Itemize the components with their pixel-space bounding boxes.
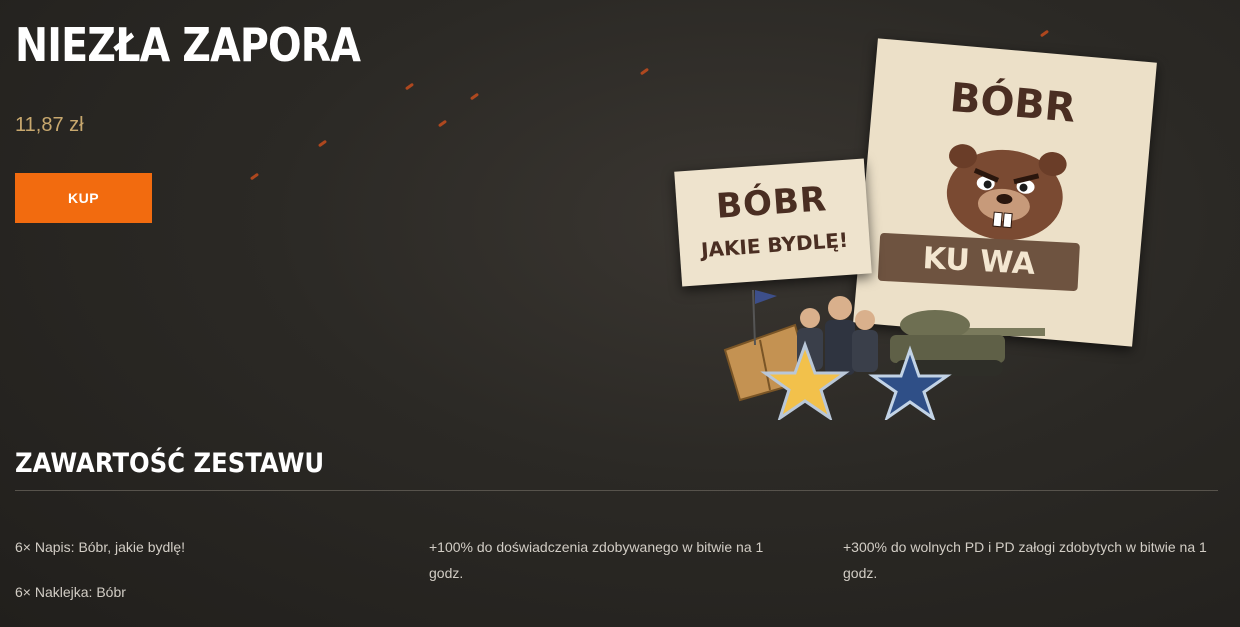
ember-spark xyxy=(404,82,415,91)
content-item-inscription: 6× Napis: Bóbr, jakie bydlę! xyxy=(15,534,395,560)
contents-heading: ZAWARTOŚĆ ZESTAWU xyxy=(15,448,325,479)
content-item-sticker: 6× Naklejka: Bóbr xyxy=(15,579,395,605)
ember-spark xyxy=(317,139,328,148)
product-price: 11,87 zł xyxy=(15,114,84,136)
ember-spark xyxy=(469,92,480,101)
content-item-free-xp-booster: +300% do wolnych PD i PD załogi zdobytyc… xyxy=(843,539,1207,581)
item-count: 6× xyxy=(15,539,31,555)
product-title: NIEZŁA ZAPORA xyxy=(15,18,361,72)
inscription-title: BÓBR xyxy=(714,179,829,227)
product-illustration: BÓBR KU WA BÓBR JAKIE BYDLĘ! xyxy=(670,38,1160,420)
sticker-title: BÓBR xyxy=(948,74,1078,132)
ember-spark xyxy=(1039,29,1050,38)
item-count: 6× xyxy=(15,584,31,600)
item-type: Napis: xyxy=(34,539,75,555)
item-type: Naklejka: xyxy=(34,584,93,600)
beaver-icon xyxy=(946,144,1067,241)
ember-spark xyxy=(639,67,650,76)
content-item-xp-booster: +100% do doświadczenia zdobywanego w bit… xyxy=(429,539,764,581)
buy-button[interactable]: KUP xyxy=(15,173,152,223)
ember-spark xyxy=(437,119,448,128)
item-name: Bóbr, jakie bydlę! xyxy=(78,539,186,555)
bonus-items-art xyxy=(723,289,1045,420)
ember-spark xyxy=(249,172,260,181)
item-name: Bóbr xyxy=(96,584,126,600)
inscription-subtitle: JAKIE BYDLĘ! xyxy=(700,227,849,263)
section-divider xyxy=(15,490,1218,491)
inscription-card: BÓBR JAKIE BYDLĘ! xyxy=(674,158,872,287)
